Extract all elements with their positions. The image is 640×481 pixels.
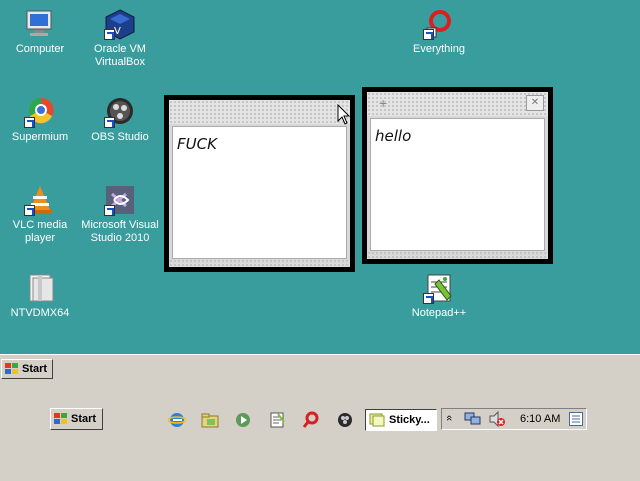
desktop-icon-label: VLC media player	[12, 219, 68, 244]
network-icon[interactable]	[464, 411, 482, 427]
desktop-icon-supermium[interactable]: Supermium	[0, 96, 80, 144]
sticky-note-footer	[169, 259, 350, 267]
desktop-icon-label: Oracle VM VirtualBox	[94, 43, 146, 68]
desktop-icon-label: Supermium	[11, 131, 69, 143]
notepad-plus-plus-icon	[423, 272, 455, 304]
internet-explorer-icon[interactable]	[168, 411, 186, 429]
desktop-icon-label: NTVDMX64	[10, 307, 70, 319]
supermium-browser-icon	[24, 96, 56, 128]
svg-text:V: V	[114, 26, 121, 37]
desktop-icon-visual-studio[interactable]: Microsoft Visual Studio 2010	[80, 184, 160, 245]
desktop-icon-label: Computer	[15, 43, 65, 55]
add-note-button[interactable]: +	[379, 95, 387, 111]
vlc-icon	[24, 184, 56, 216]
sticky-note-text: hello	[375, 127, 412, 145]
search-icon[interactable]	[302, 411, 320, 429]
sticky-note-text: FUCK	[177, 135, 217, 153]
desktop-icon-ntvdmx64[interactable]: NTVDMX64	[0, 272, 80, 320]
shortcut-arrow-icon	[423, 293, 434, 304]
shortcut-arrow-icon	[423, 29, 434, 40]
everything-search-icon	[423, 8, 455, 40]
show-desktop-icon[interactable]	[569, 412, 583, 426]
desktop-icon-label: OBS Studio	[91, 131, 149, 143]
bottom-panel: Start Start Sticky... « 6:10 AM	[0, 354, 640, 481]
windows-flag-icon	[5, 363, 19, 375]
close-note-button[interactable]: ✕	[526, 95, 544, 111]
sticky-note-title-bar[interactable]	[169, 100, 350, 124]
desktop-icon-everything[interactable]: Everything	[399, 8, 479, 56]
obs-studio-icon	[104, 96, 136, 128]
desktop-icon-label: Notepad++	[411, 307, 467, 319]
start-button-label: Start	[71, 413, 97, 425]
notepad-icon[interactable]	[268, 411, 286, 429]
obs-icon[interactable]	[336, 411, 354, 429]
task-button-label: Sticky...	[389, 414, 430, 426]
desktop-icon-computer[interactable]: Computer	[0, 8, 80, 56]
media-player-icon[interactable]	[234, 411, 252, 429]
start-button-label: Start	[22, 363, 48, 375]
notification-area: « 6:10 AM	[441, 408, 587, 430]
start-button-classic[interactable]: Start	[1, 359, 53, 379]
virtualbox-icon: V	[104, 8, 136, 40]
desktop-icon-obs[interactable]: OBS Studio	[80, 96, 160, 144]
shortcut-arrow-icon	[24, 205, 35, 216]
sticky-note-title-bar[interactable]: + ✕	[367, 92, 548, 116]
desktop-icon-label: Everything	[413, 43, 465, 55]
system-clock[interactable]: 6:10 AM	[520, 413, 560, 425]
folder-icon[interactable]	[201, 411, 219, 429]
desktop: Computer V Oracle VM VirtualBox Everythi…	[0, 0, 640, 354]
taskbar: Start Sticky... « 6:10 AM	[45, 405, 595, 433]
taskbar-button-sticky-notes[interactable]: Sticky...	[365, 409, 437, 431]
desktop-icon-vlc[interactable]: VLC media player	[0, 184, 80, 245]
shortcut-arrow-icon	[24, 117, 35, 128]
visual-studio-icon	[104, 184, 136, 216]
sticky-note-text-area[interactable]: FUCK	[172, 126, 347, 259]
sticky-notes-icon	[369, 413, 385, 427]
desktop-icon-notepad-plus-plus[interactable]: Notepad++	[399, 272, 479, 320]
sticky-note-window[interactable]: FUCK	[164, 95, 355, 272]
sticky-note-footer	[367, 251, 548, 259]
mouse-cursor-icon	[337, 104, 351, 125]
desktop-icon-label: Microsoft Visual Studio 2010	[81, 219, 159, 244]
sticky-note-frame: FUCK	[169, 100, 350, 267]
folder-icon	[24, 272, 56, 304]
sticky-note-window[interactable]: + ✕ hello	[362, 87, 553, 264]
shortcut-arrow-icon	[104, 117, 115, 128]
volume-muted-icon[interactable]	[488, 411, 506, 427]
desktop-icon-virtualbox[interactable]: V Oracle VM VirtualBox	[80, 8, 160, 69]
computer-icon	[24, 8, 56, 40]
shortcut-arrow-icon	[104, 29, 115, 40]
sticky-note-text-area[interactable]: hello	[370, 118, 545, 251]
sticky-note-frame: + ✕ hello	[367, 92, 548, 259]
shortcut-arrow-icon	[104, 205, 115, 216]
start-button[interactable]: Start	[50, 408, 103, 430]
windows-flag-icon	[54, 413, 68, 425]
show-hidden-icons-button[interactable]: «	[443, 415, 455, 421]
